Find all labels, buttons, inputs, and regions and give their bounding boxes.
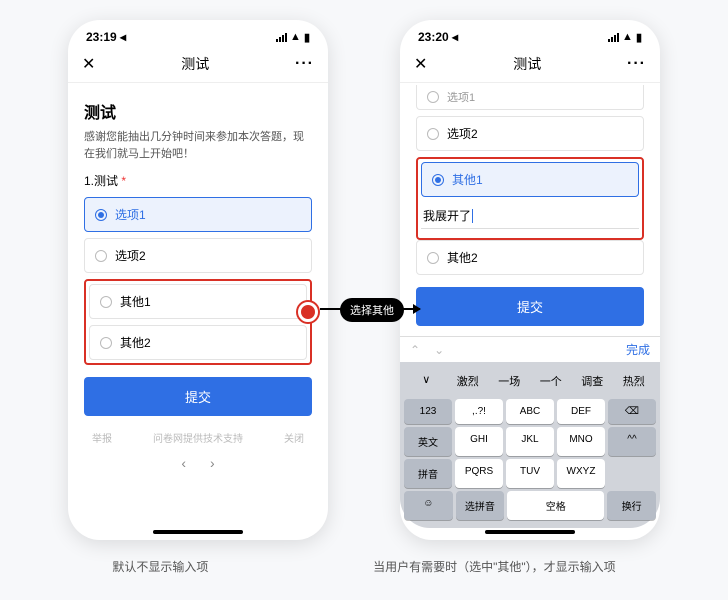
option-cut[interactable]: 选项1 bbox=[416, 85, 644, 110]
sug-item[interactable]: 一个 bbox=[532, 369, 571, 393]
option-label: 其他1 bbox=[120, 293, 151, 310]
option-1[interactable]: 选项1 bbox=[84, 197, 312, 232]
key[interactable]: 123 bbox=[404, 399, 452, 424]
pager: ‹ › bbox=[84, 445, 312, 481]
status-time: 23:20 ◂ bbox=[418, 30, 458, 44]
caption-left: 默认不显示输入项 bbox=[112, 558, 208, 576]
kb-done-button[interactable]: 完成 bbox=[626, 341, 650, 358]
key[interactable]: ^^ bbox=[608, 427, 656, 456]
radio-icon bbox=[100, 296, 112, 308]
wifi-icon: ▲ bbox=[290, 31, 301, 43]
key[interactable]: 拼音 bbox=[404, 459, 452, 488]
nav-bar: ✕ 测试 ··· bbox=[68, 48, 328, 83]
close-icon[interactable]: ✕ bbox=[414, 54, 427, 74]
option-label: 其他1 bbox=[452, 171, 483, 188]
radio-icon bbox=[427, 252, 439, 264]
highlight-box: 其他1 我展开了 bbox=[416, 157, 644, 240]
phone-right: 23:20 ◂ ▲ ▮ ✕ 测试 ··· 选项1 选项2 其他1 我展开了 其他… bbox=[400, 20, 660, 540]
captions: 默认不显示输入项 当用户有需要时（选中"其他"），才显示输入项 bbox=[0, 540, 728, 576]
home-indicator bbox=[153, 530, 243, 534]
option-2[interactable]: 选项2 bbox=[416, 116, 644, 151]
wifi-icon: ▲ bbox=[622, 31, 633, 43]
annotation-pill: 选择其他 bbox=[340, 298, 404, 322]
status-right: ▲ ▮ bbox=[276, 31, 310, 44]
suggestions: ∨ 激烈 一场 一个 调查 热烈 bbox=[404, 366, 656, 396]
nav-bar: ✕ 测试 ··· bbox=[400, 48, 660, 83]
caption-right: 当用户有需要时（选中"其他"），才显示输入项 bbox=[373, 558, 616, 576]
option-other-2[interactable]: 其他2 bbox=[416, 240, 644, 275]
keyboard: ∨ 激烈 一场 一个 调查 热烈 123 ,.?! ABC DEF ⌫ 英文 G… bbox=[400, 362, 660, 528]
key[interactable]: PQRS bbox=[455, 459, 503, 488]
close-icon[interactable]: ✕ bbox=[82, 54, 95, 74]
kb-down-icon[interactable]: ⌄ bbox=[434, 343, 444, 357]
more-icon[interactable]: ··· bbox=[295, 55, 314, 73]
sug-item[interactable]: ∨ bbox=[407, 369, 446, 393]
option-label: 选项1 bbox=[115, 206, 146, 223]
key[interactable]: MNO bbox=[557, 427, 605, 456]
radio-icon bbox=[427, 128, 439, 140]
submit-button[interactable]: 提交 bbox=[84, 377, 312, 416]
key[interactable]: 英文 bbox=[404, 427, 452, 456]
more-icon[interactable]: ··· bbox=[627, 55, 646, 73]
key[interactable]: ABC bbox=[506, 399, 554, 424]
key[interactable]: ,.?! bbox=[455, 399, 503, 424]
nav-title: 测试 bbox=[513, 54, 541, 74]
intro-text: 感谢您能抽出几分钟时间来参加本次答题，现在我们就马上开始吧！ bbox=[84, 129, 312, 162]
key[interactable]: 选拼音 bbox=[456, 491, 505, 520]
option-other-1[interactable]: 其他1 bbox=[89, 284, 307, 319]
option-label: 其他2 bbox=[120, 334, 151, 351]
submit-button[interactable]: 提交 bbox=[416, 287, 644, 326]
key[interactable]: DEF bbox=[557, 399, 605, 424]
sug-item[interactable]: 调查 bbox=[573, 369, 612, 393]
question-label: 1.测试 * bbox=[84, 172, 312, 189]
sug-item[interactable]: 激烈 bbox=[449, 369, 488, 393]
status-bar: 23:20 ◂ ▲ ▮ bbox=[400, 20, 660, 48]
footer-report[interactable]: 举报 bbox=[92, 430, 112, 445]
option-label: 其他2 bbox=[447, 249, 478, 266]
signal-icon bbox=[608, 33, 619, 42]
footer: 举报 问卷网提供技术支持 关闭 bbox=[84, 416, 312, 445]
sug-item[interactable]: 热烈 bbox=[615, 369, 654, 393]
option-other-1[interactable]: 其他1 bbox=[421, 162, 639, 197]
key-space[interactable]: 空格 bbox=[507, 491, 604, 520]
key[interactable]: GHI bbox=[455, 427, 503, 456]
sug-item[interactable]: 一场 bbox=[490, 369, 529, 393]
battery-icon: ▮ bbox=[636, 31, 642, 44]
radio-icon bbox=[427, 91, 439, 103]
key[interactable]: JKL bbox=[506, 427, 554, 456]
option-label: 选项1 bbox=[447, 89, 475, 105]
nav-title: 测试 bbox=[181, 54, 209, 74]
page-next-icon[interactable]: › bbox=[210, 455, 215, 471]
key-backspace[interactable]: ⌫ bbox=[608, 399, 656, 424]
option-label: 选项2 bbox=[447, 125, 478, 142]
option-label: 选项2 bbox=[115, 247, 146, 264]
key-emoji[interactable]: ☺ bbox=[404, 491, 453, 520]
footer-provider: 问卷网提供技术支持 bbox=[153, 430, 243, 445]
footer-close[interactable]: 关闭 bbox=[284, 430, 304, 445]
status-right: ▲ ▮ bbox=[608, 31, 642, 44]
radio-icon bbox=[100, 337, 112, 349]
phone-left: 23:19 ◂ ▲ ▮ ✕ 测试 ··· 测试 感谢您能抽出几分钟时间来参加本次… bbox=[68, 20, 328, 540]
home-indicator bbox=[485, 530, 575, 534]
battery-icon: ▮ bbox=[304, 31, 310, 44]
radio-icon bbox=[95, 209, 107, 221]
option-2[interactable]: 选项2 bbox=[84, 238, 312, 273]
signal-icon bbox=[276, 33, 287, 42]
radio-icon bbox=[432, 174, 444, 186]
radio-icon bbox=[95, 250, 107, 262]
kb-up-icon[interactable]: ⌃ bbox=[410, 343, 420, 357]
page-title: 测试 bbox=[84, 99, 312, 123]
highlight-box: 其他1 其他2 bbox=[84, 279, 312, 365]
highlight-dot-icon bbox=[298, 302, 318, 322]
status-time: 23:19 ◂ bbox=[86, 30, 126, 44]
key-return[interactable]: 换行 bbox=[607, 491, 656, 520]
key[interactable]: TUV bbox=[506, 459, 554, 488]
page-prev-icon[interactable]: ‹ bbox=[181, 455, 186, 471]
option-other-2[interactable]: 其他2 bbox=[89, 325, 307, 360]
status-bar: 23:19 ◂ ▲ ▮ bbox=[68, 20, 328, 48]
key[interactable]: WXYZ bbox=[557, 459, 605, 488]
keyboard-toolbar: ⌃ ⌄ 完成 bbox=[400, 336, 660, 362]
other-input[interactable]: 我展开了 bbox=[421, 201, 639, 229]
